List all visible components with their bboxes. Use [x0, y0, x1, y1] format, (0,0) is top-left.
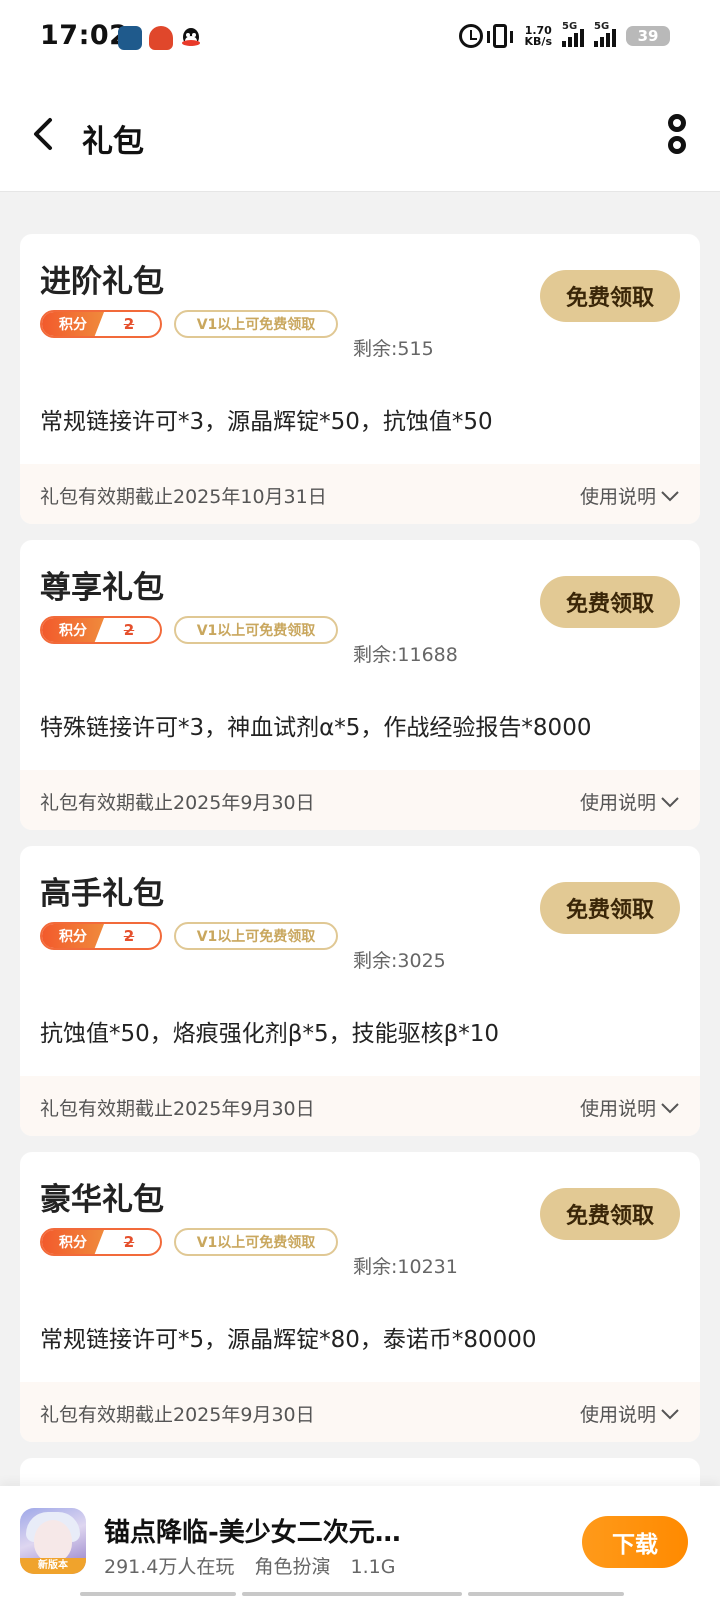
- chevron-down-icon: [661, 490, 679, 501]
- net-speed-unit: KB/s: [524, 35, 552, 48]
- qq-icon: [182, 28, 200, 46]
- game-app-icon: [118, 26, 142, 50]
- claim-button[interactable]: 免费领取: [540, 882, 680, 934]
- points-value: 2: [123, 315, 135, 333]
- page-title: 礼包: [82, 124, 144, 160]
- vip-tag: V1以上可免费领取: [174, 616, 338, 644]
- usage-toggle[interactable]: 使用说明: [580, 482, 680, 509]
- app-meta: 291.4万人在玩 角色扮演 1.1G: [104, 1552, 409, 1579]
- gift-validity: 礼包有效期截止2025年9月30日: [40, 1404, 315, 1426]
- vip-tag: V1以上可免费领取: [174, 310, 338, 338]
- gift-footer: 礼包有效期截止2025年9月30日 使用说明: [20, 770, 700, 830]
- points-label: 积分: [42, 924, 104, 948]
- app-players: 291.4万人在玩: [104, 1556, 235, 1578]
- gift-validity: 礼包有效期截止2025年10月31日: [40, 486, 327, 508]
- points-tag: 积分 2: [40, 1228, 162, 1256]
- points-tag: 积分 2: [40, 616, 162, 644]
- usage-label: 使用说明: [579, 1404, 656, 1426]
- claim-button[interactable]: 免费领取: [540, 270, 680, 322]
- gift-title: 进阶礼包: [40, 264, 164, 300]
- sim1-label: 5G: [562, 21, 578, 32]
- gift-validity: 礼包有效期截止2025年9月30日: [40, 1098, 315, 1120]
- points-value: 2: [123, 927, 135, 945]
- gift-card: 尊享礼包 积分 2 V1以上可免费领取 剩余:11688 免费领取 特殊链接许可…: [20, 540, 700, 830]
- red-app-icon: [149, 26, 173, 50]
- usage-toggle[interactable]: 使用说明: [580, 1400, 680, 1427]
- usage-label: 使用说明: [579, 792, 656, 814]
- remaining-count: 剩余:515: [353, 338, 434, 360]
- points-value: 2: [123, 621, 135, 639]
- signal-icon-1: 5G: [562, 21, 584, 47]
- remaining-count: 剩余:10231: [353, 1256, 458, 1278]
- claim-button[interactable]: 免费领取: [540, 1188, 680, 1240]
- chevron-down-icon: [661, 1408, 679, 1419]
- alarm-icon: [458, 24, 483, 48]
- gift-footer: 礼包有效期截止2025年9月30日 使用说明: [20, 1076, 700, 1136]
- points-value: 2: [123, 1233, 135, 1251]
- vip-tag: V1以上可免费领取: [174, 1228, 338, 1256]
- app-download-banner: 新版本 锚点降临-美少女二次元… 291.4万人在玩 角色扮演 1.1G 下载: [0, 1486, 720, 1600]
- signal-icon-2: 5G: [594, 21, 616, 47]
- points-label: 积分: [42, 312, 104, 336]
- usage-label: 使用说明: [579, 486, 656, 508]
- points-label: 积分: [42, 1230, 104, 1254]
- gift-validity: 礼包有效期截止2025年9月30日: [40, 792, 315, 814]
- gesture-bar: [0, 1592, 720, 1597]
- back-arrow-icon[interactable]: [28, 114, 58, 154]
- download-button[interactable]: 下载: [582, 1516, 688, 1568]
- app-category: 角色扮演: [254, 1556, 331, 1578]
- app-header: 礼包: [0, 78, 720, 192]
- gift-content: 常规链接许可*5，源晶辉锭*80，泰诺币*80000: [40, 1327, 537, 1353]
- gift-card: 进阶礼包 积分 2 V1以上可免费领取 剩余:515 免费领取 常规链接许可*3…: [20, 234, 700, 524]
- gift-footer: 礼包有效期截止2025年9月30日 使用说明: [20, 1382, 700, 1442]
- claim-button[interactable]: 免费领取: [540, 576, 680, 628]
- app-size: 1.1G: [350, 1556, 396, 1578]
- chevron-down-icon: [661, 796, 679, 807]
- gift-content: 常规链接许可*3，源晶辉锭*50，抗蚀值*50: [40, 409, 493, 435]
- status-time: 17:02: [40, 20, 129, 51]
- battery-icon: 39: [626, 26, 670, 46]
- gift-card: 高手礼包 积分 2 V1以上可免费领取 剩余:3025 免费领取 抗蚀值*50，…: [20, 846, 700, 1136]
- vip-tag: V1以上可免费领取: [174, 922, 338, 950]
- gift-card: 豪华礼包 积分 2 V1以上可免费领取 剩余:10231 免费领取 常规链接许可…: [20, 1152, 700, 1442]
- gift-footer: 礼包有效期截止2025年10月31日 使用说明: [20, 464, 700, 524]
- usage-toggle[interactable]: 使用说明: [580, 788, 680, 815]
- net-speed: 1.70 KB/s: [525, 25, 552, 47]
- app-icon[interactable]: 新版本: [20, 1508, 86, 1574]
- chevron-down-icon: [661, 1102, 679, 1113]
- vibrate-icon: [486, 24, 513, 48]
- remaining-count: 剩余:3025: [353, 950, 446, 972]
- gift-title: 尊享礼包: [40, 570, 164, 606]
- usage-toggle[interactable]: 使用说明: [580, 1094, 680, 1121]
- app-name[interactable]: 锚点降临-美少女二次元…: [104, 1512, 401, 1549]
- points-label: 积分: [42, 618, 104, 642]
- usage-label: 使用说明: [579, 1098, 656, 1120]
- points-tag: 积分 2: [40, 310, 162, 338]
- status-bar: 17:02 1.70 KB/s 5G 5G 39: [0, 0, 720, 78]
- sim2-label: 5G: [594, 21, 610, 32]
- remaining-count: 剩余:11688: [353, 644, 458, 666]
- gift-title: 豪华礼包: [40, 1182, 164, 1218]
- app-icon-badge: 新版本: [20, 1558, 86, 1574]
- gift-title: 高手礼包: [40, 876, 164, 912]
- gift-content: 特殊链接许可*3，神血试剂α*5，作战经验报告*8000: [40, 715, 592, 741]
- gift-content: 抗蚀值*50，烙痕强化剂β*5，技能驱核β*10: [40, 1021, 500, 1047]
- points-tag: 积分 2: [40, 922, 162, 950]
- gift-list: 进阶礼包 积分 2 V1以上可免费领取 剩余:515 免费领取 常规链接许可*3…: [20, 234, 700, 1518]
- more-icon[interactable]: [668, 114, 690, 158]
